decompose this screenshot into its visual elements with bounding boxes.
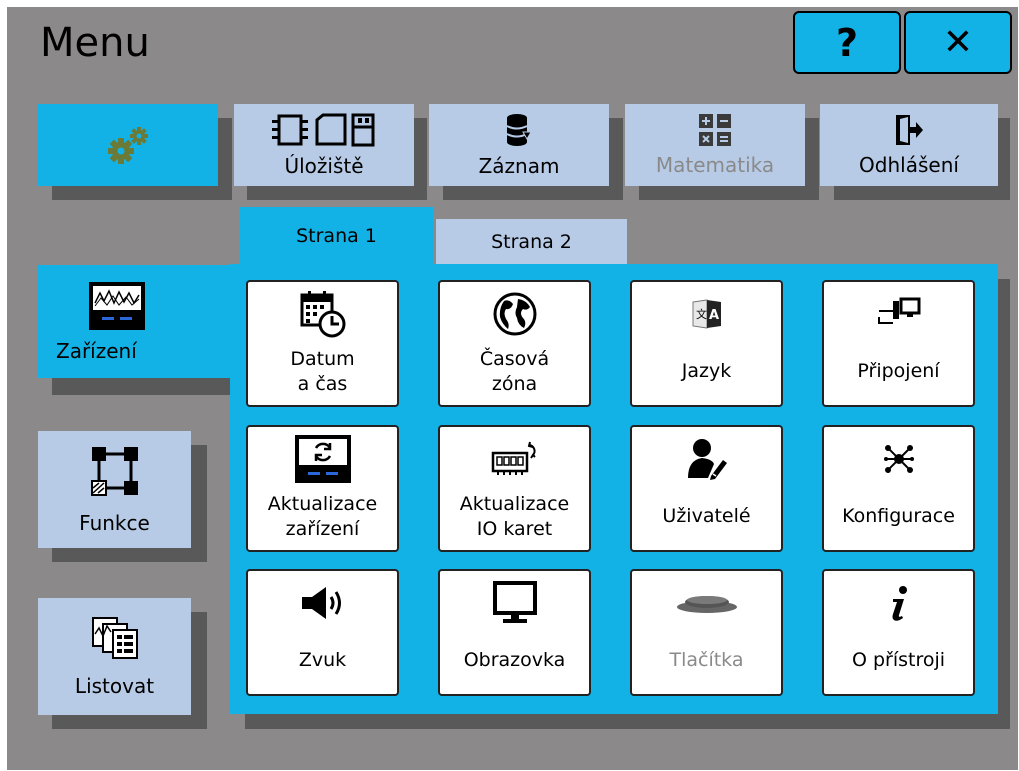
buttons-tile[interactable]: Tlačítka (630, 569, 783, 696)
close-button[interactable]: ✕ (904, 11, 1012, 74)
users-label: Uživatelé (662, 505, 751, 527)
svg-text:A: A (709, 308, 719, 323)
timezone-tile[interactable]: Časová zóna (438, 280, 591, 407)
date-time-tile[interactable]: Datum a čas (246, 280, 399, 407)
users-tile[interactable]: Uživatelé (630, 425, 783, 552)
storage-devices-icon (272, 113, 375, 147)
record-label: Záznam (478, 154, 560, 178)
network-connection-icon (877, 297, 920, 324)
help-button[interactable]: ? (793, 11, 901, 74)
language-tile[interactable]: 文 A Jazyk (630, 280, 783, 407)
math-label: Matematika (655, 153, 775, 177)
settings-panel: Datum a čas Časová zóna 文 A Jazyk Připoj… (230, 264, 998, 714)
sidebar-item-functions[interactable]: Funkce (38, 431, 191, 548)
function-blocks-icon (90, 446, 138, 496)
storage-button[interactable]: Úložiště (234, 104, 414, 186)
math-button[interactable]: Matematika (625, 104, 805, 186)
close-icon: ✕ (942, 22, 974, 63)
tab-page-1[interactable]: Strana 1 (240, 207, 433, 265)
configuration-icon (883, 445, 914, 473)
sidebar-item-functions-label: Funkce (79, 510, 150, 535)
about-label: O přístroji (851, 649, 946, 671)
button-icon (676, 596, 737, 613)
help-icon: ? (835, 20, 859, 65)
device-update-icon (294, 435, 351, 483)
device-update-tile[interactable]: Aktualizace zařízení (246, 425, 399, 552)
date-time-label: Datum a čas (290, 347, 355, 395)
io-card-update-tile[interactable]: Aktualizace IO karet (438, 425, 591, 552)
screen: Menu ? ✕ Úložiště Záznam Matematika Odhl… (7, 7, 1018, 770)
language-icon: 文 A (692, 299, 721, 329)
sidebar-item-device-label: Zařízení (56, 338, 137, 363)
sound-tile[interactable]: Zvuk (246, 569, 399, 696)
display-label: Obrazovka (463, 649, 566, 671)
buttons-label: Tlačítka (669, 649, 744, 671)
tab-page-1-label: Strana 1 (296, 225, 377, 247)
storage-label: Úložiště (284, 154, 364, 178)
monitor-icon (492, 581, 537, 623)
io-card-update-label: Aktualizace IO karet (459, 492, 570, 540)
sidebar-item-browse-label: Listovat (74, 673, 155, 698)
database-icon (506, 114, 532, 146)
calculator-icon (699, 114, 731, 146)
tab-page-2-label: Strana 2 (491, 231, 572, 253)
display-tile[interactable]: Obrazovka (438, 569, 591, 696)
device-display-icon (89, 281, 145, 330)
user-edit-icon (687, 439, 727, 480)
page-title: Menu (40, 20, 150, 66)
about-tile[interactable]: O přístroji (822, 569, 975, 696)
info-icon (892, 586, 907, 621)
sidebar-item-browse[interactable]: Listovat (38, 598, 191, 715)
logout-icon (896, 115, 923, 145)
speaker-icon (301, 587, 341, 619)
configuration-label: Konfigurace (842, 505, 955, 527)
settings-tab-button[interactable] (38, 104, 218, 186)
gears-icon (108, 127, 148, 164)
globe-icon (493, 292, 536, 336)
configuration-tile[interactable]: Konfigurace (822, 425, 975, 552)
svg-text:文: 文 (696, 307, 707, 321)
browse-pages-icon (91, 616, 138, 659)
connection-label: Připojení (857, 360, 940, 382)
logout-label: Odhlášení (859, 153, 959, 177)
timezone-label: Časová zóna (479, 347, 550, 395)
logout-button[interactable]: Odhlášení (820, 104, 998, 186)
record-button[interactable]: Záznam (429, 104, 609, 186)
device-update-label: Aktualizace zařízení (267, 492, 378, 540)
language-label: Jazyk (681, 360, 732, 382)
sound-label: Zvuk (298, 649, 347, 671)
io-card-update-icon (491, 441, 536, 475)
calendar-clock-icon (300, 291, 345, 338)
connection-tile[interactable]: Připojení (822, 280, 975, 407)
sidebar-item-device[interactable]: Zařízení (38, 265, 238, 378)
tab-page-2[interactable]: Strana 2 (436, 219, 627, 265)
